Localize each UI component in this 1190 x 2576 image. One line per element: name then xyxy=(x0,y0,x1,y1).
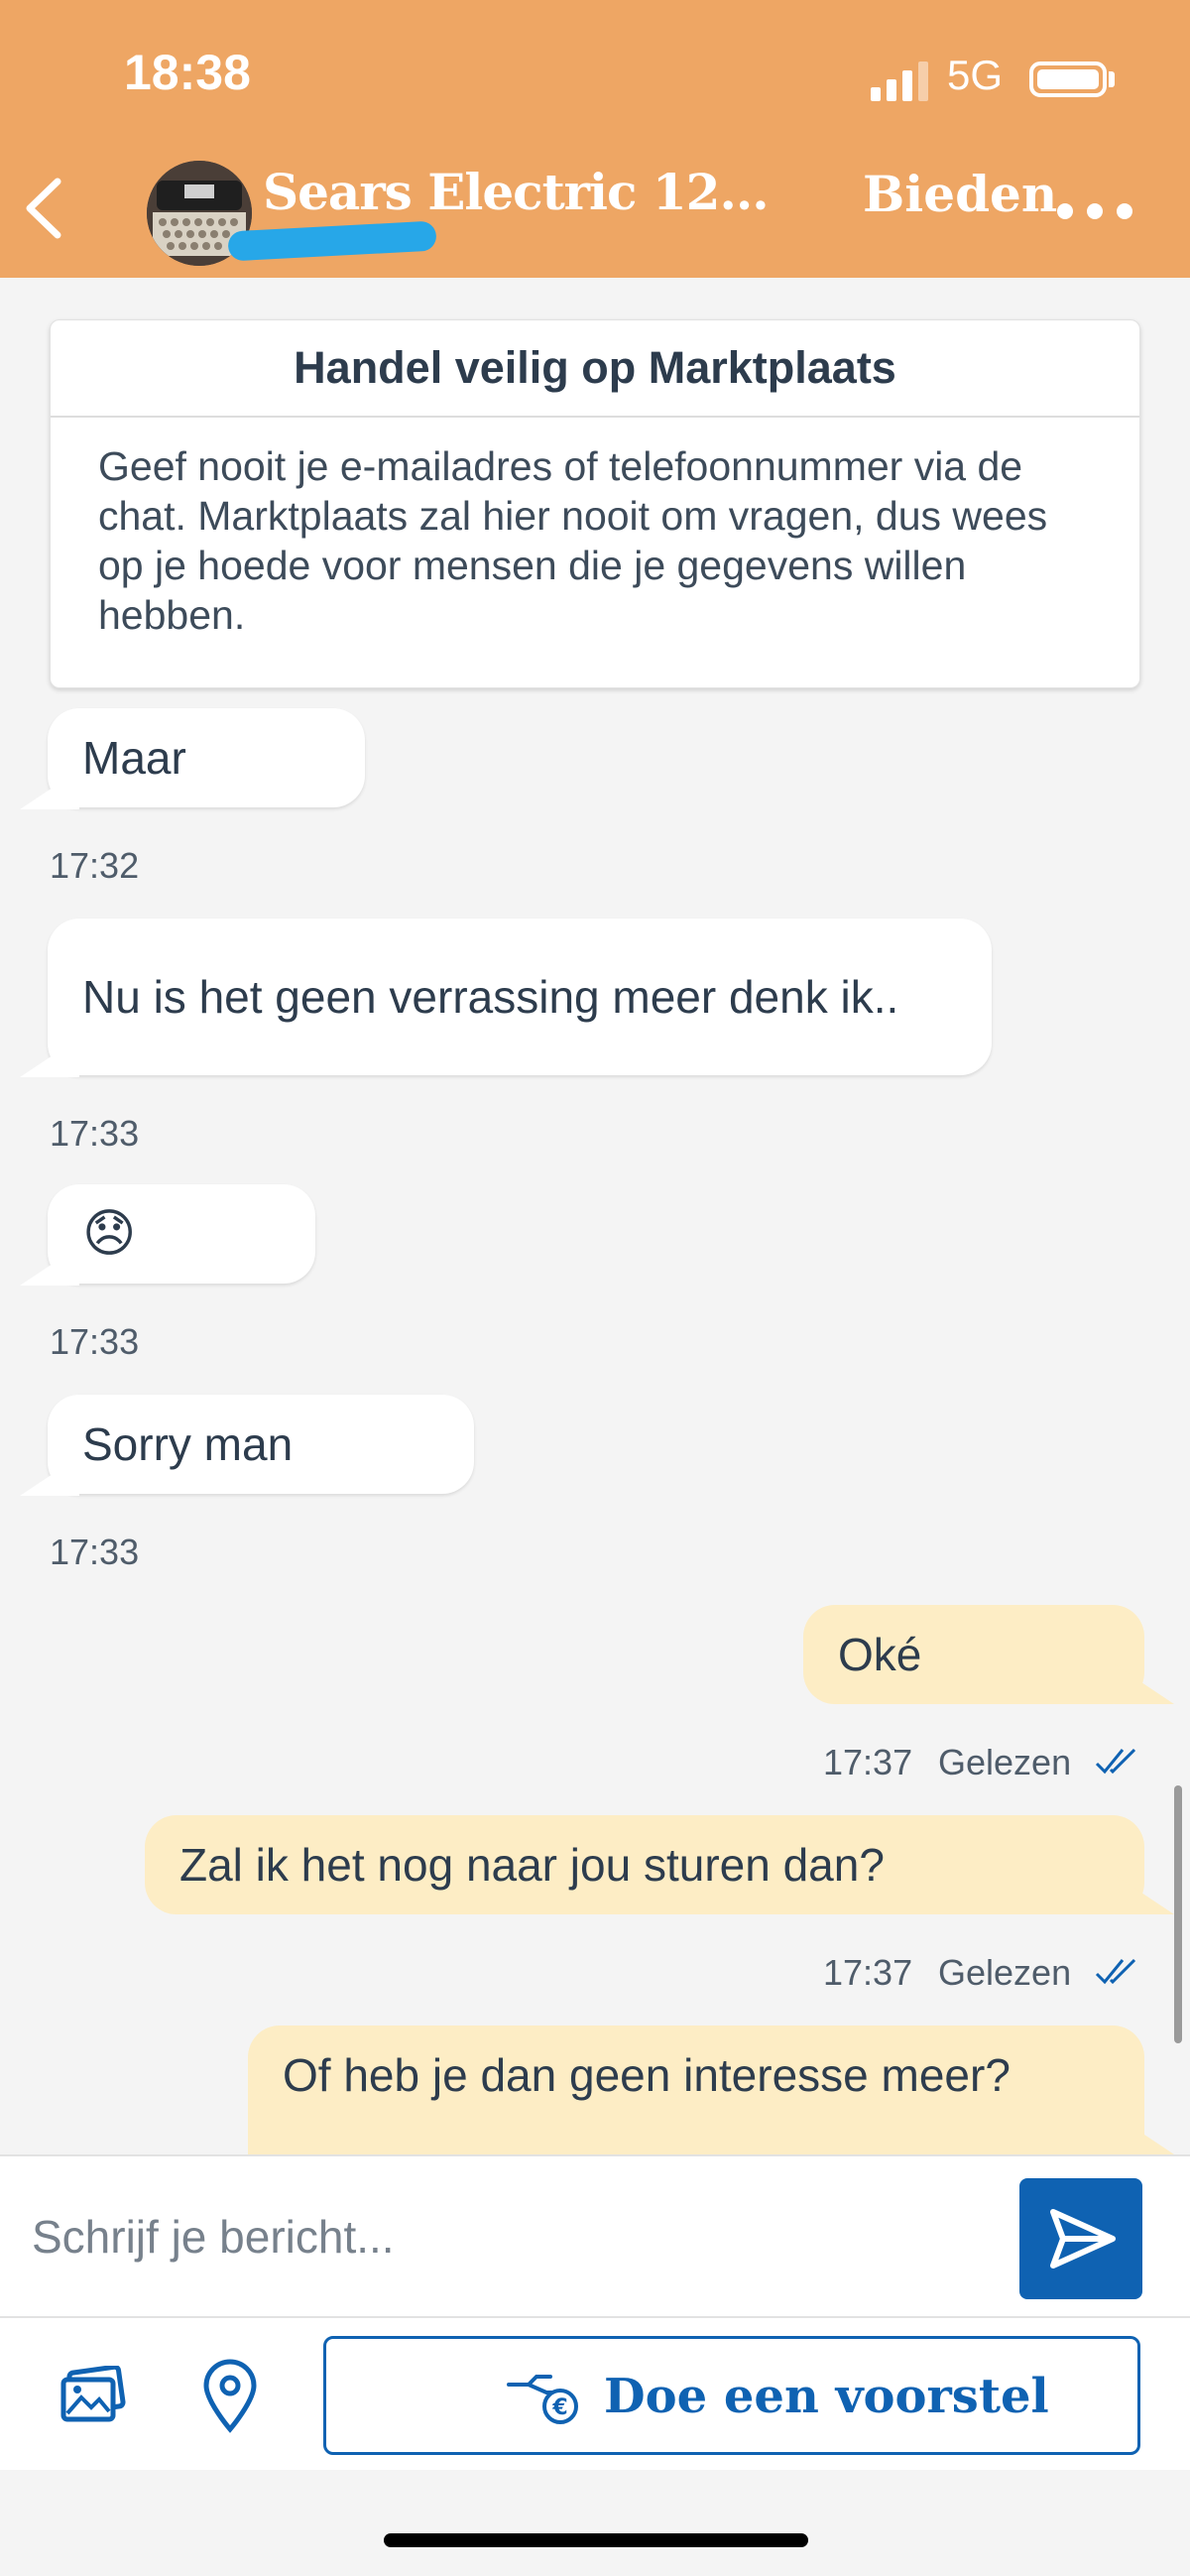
hand-euro-icon: € xyxy=(507,2375,578,2424)
notice-title: Handel veilig op Marktplaats xyxy=(51,320,1139,418)
image-gallery-icon[interactable] xyxy=(58,2366,127,2425)
message-input[interactable] xyxy=(30,2196,976,2277)
status-time: 18:38 xyxy=(124,45,251,100)
message-time: 17:33 xyxy=(50,1532,140,1572)
message-bubble[interactable]: Maar xyxy=(48,708,365,807)
make-offer-button[interactable]: € Doe een voorstel xyxy=(323,2336,1140,2455)
read-status: Gelezen xyxy=(938,1742,1072,1782)
bottom-toolbar: € Doe een voorstel xyxy=(0,2318,1190,2470)
message-bubble[interactable]: Sorry man xyxy=(48,1395,474,1494)
message-time: 17:33 xyxy=(50,1113,140,1154)
make-offer-label: Doe een voorstel xyxy=(604,2369,1049,2424)
location-pin-icon[interactable] xyxy=(200,2358,260,2433)
signal-icon xyxy=(871,61,928,101)
redaction-scribble xyxy=(227,220,437,262)
network-label: 5G xyxy=(947,52,1004,98)
message-bubble[interactable]: Nu is het geen verrassing meer denk ik.. xyxy=(48,919,992,1075)
more-dots-icon[interactable] xyxy=(1057,203,1132,219)
message-time: 17:32 xyxy=(50,845,140,886)
message-bubble-own[interactable]: Oké xyxy=(803,1605,1144,1704)
read-status: Gelezen xyxy=(938,1952,1072,1993)
scrollbar[interactable] xyxy=(1174,1785,1182,2043)
message-time: 17:37 xyxy=(823,1742,913,1782)
message-bubble[interactable]: 😞 xyxy=(48,1184,315,1284)
double-check-icon xyxy=(1095,1748,1136,1775)
send-icon xyxy=(1050,2209,1116,2269)
message-time: 17:37 xyxy=(823,1952,913,1993)
message-composer xyxy=(0,2154,1190,2318)
conversation-title[interactable]: Sears Electric 12... xyxy=(263,163,770,221)
message-bubble-own[interactable]: Zal ik het nog naar jou sturen dan? xyxy=(145,1815,1144,1914)
send-button[interactable] xyxy=(1019,2178,1142,2299)
back-chevron-icon[interactable] xyxy=(20,174,69,243)
battery-tip xyxy=(1109,71,1115,87)
double-check-icon xyxy=(1095,1958,1136,1985)
svg-text:€: € xyxy=(551,2395,567,2420)
message-bubble-own[interactable]: Of heb je dan geen interesse meer? xyxy=(248,2025,1144,2154)
top-bar: 18:38 5G Sears Electric 12... Bieden xyxy=(0,0,1190,278)
message-time: 17:33 xyxy=(50,1321,140,1362)
home-indicator[interactable] xyxy=(384,2533,808,2547)
battery-icon xyxy=(1029,61,1107,97)
bid-button[interactable]: Bieden xyxy=(863,165,1057,223)
safety-notice: Handel veilig op Marktplaats Geef nooit … xyxy=(50,319,1140,688)
notice-body: Geef nooit je e-mailadres of telefoonnum… xyxy=(98,443,1048,638)
